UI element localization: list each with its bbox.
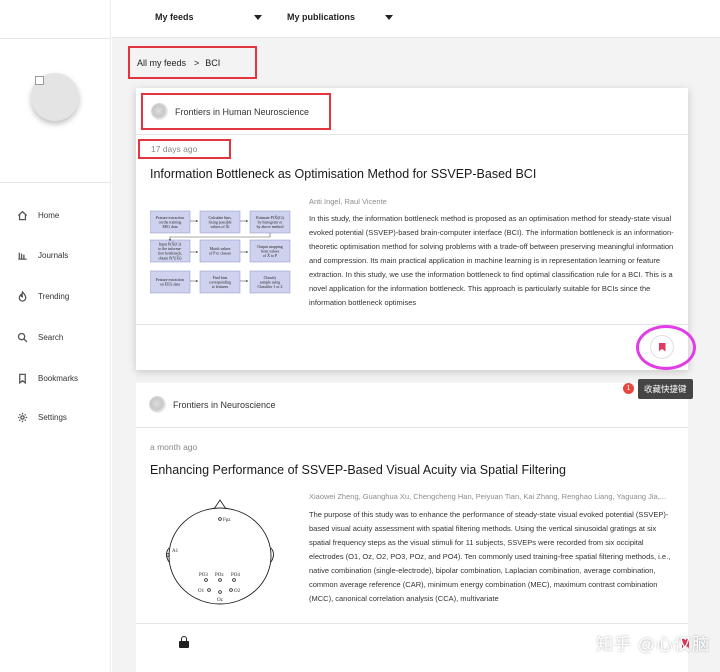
tooltip-badge: 1	[623, 383, 634, 394]
my-publications-dropdown[interactable]: My publications	[287, 12, 393, 22]
article-card[interactable]: Frontiers in Human Neuroscience 17 days …	[136, 88, 688, 370]
flowchart-box-label: values of X̂i	[210, 224, 229, 229]
sidebar-item-trending[interactable]: Trending	[17, 289, 69, 303]
flowchart-box-label: to the informa-	[158, 247, 182, 251]
bookmark-shortcut-tooltip: 收藏快捷键	[638, 379, 693, 399]
breadcrumb-root[interactable]: All my feeds	[137, 58, 186, 68]
flowchart-box-label: EEG data	[162, 225, 177, 229]
article-figure-electrode-map: Fpz A1 PO3 POz PO4 O1 Oz O2	[166, 499, 274, 605]
flowchart-box-label: Classify	[264, 276, 277, 280]
main-content: My feeds My publications All my feeds > …	[112, 0, 720, 672]
sidebar-item-bookmarks[interactable]: Bookmarks	[17, 371, 78, 385]
breadcrumb-current: BCI	[205, 57, 221, 68]
flowchart-box-label: Feature extraction	[156, 278, 184, 282]
flowchart-box-label: obtain P(Y|X̂i)	[159, 256, 183, 261]
flowchart-box-label: of P to classes	[209, 252, 231, 256]
card-divider	[136, 324, 688, 325]
flowchart-box-label: fixing possible	[208, 220, 231, 224]
sidebar-item-label: Bookmarks	[38, 373, 79, 383]
electrode-label: PO4	[231, 573, 240, 578]
home-icon	[17, 210, 28, 220]
flowchart-box-label: Feature extraction	[156, 216, 184, 220]
article-authors: Anti Ingel, Raul Vicente	[309, 197, 387, 206]
flowchart-box-label: sample using	[260, 280, 280, 284]
flowchart-box-label: on EEG data	[160, 283, 180, 287]
article-title[interactable]: Information Bottleneck as Optimisation M…	[150, 167, 536, 181]
sidebar-item-label: Settings	[38, 412, 67, 422]
flowchart-box-label: on the training	[159, 220, 182, 224]
my-publications-label: My publications	[287, 12, 356, 22]
electrode-label: Oz	[217, 598, 224, 603]
electrode-label: O2	[234, 589, 241, 594]
article-time: a month ago	[150, 442, 198, 452]
flowchart-box-label: Find bins	[213, 276, 228, 280]
flowchart-box-label: from values	[261, 249, 280, 253]
article-abstract: In this study, the information bottlenec…	[309, 214, 674, 307]
flowchart-box-label: Classifier 1 or 2	[258, 285, 283, 289]
article-card[interactable]: Frontiers in Neuroscience a month ago En…	[136, 383, 689, 672]
electrode-label: Fpz	[223, 518, 231, 523]
broken-image-icon	[35, 76, 44, 85]
lock-icon	[179, 636, 189, 648]
article-authors: Xiaowei Zheng, Guanghua Xu, Chengcheng H…	[309, 492, 667, 501]
sidebar-item-settings[interactable]: Settings	[17, 410, 67, 424]
breadcrumb-separator: >	[194, 57, 200, 68]
journals-icon	[18, 252, 27, 260]
sidebar-item-label: Search	[38, 332, 64, 342]
journal-source[interactable]: Frontiers in Human Neuroscience	[141, 93, 331, 130]
search-icon	[17, 332, 28, 342]
article-title[interactable]: Enhancing Performance of SSVEP-Based Vis…	[150, 463, 566, 477]
journal-name: Frontiers in Neuroscience	[173, 399, 276, 410]
flowchart-box-label: corresponding	[209, 280, 231, 284]
sidebar-item-home[interactable]: Home	[17, 208, 59, 222]
breadcrumb: All my feeds > BCI	[128, 46, 257, 79]
sidebar: Home Journals Trending Search Bookmarks …	[0, 0, 111, 672]
sidebar-divider	[0, 182, 111, 183]
sidebar-top-divider	[0, 38, 111, 39]
journal-source[interactable]: Frontiers in Neuroscience	[149, 396, 276, 413]
card-divider	[136, 623, 688, 624]
electrode-label: POz	[215, 573, 224, 578]
top-bar: My feeds My publications	[112, 0, 720, 38]
journal-logo	[151, 103, 168, 120]
journal-name: Frontiers in Human Neuroscience	[175, 106, 310, 117]
bookmark-icon	[19, 373, 26, 384]
gear-icon	[17, 412, 28, 422]
card-divider	[136, 134, 688, 135]
flame-icon	[18, 290, 27, 302]
article-figure-flowchart: Feature extractionon the trainingEEG dat…	[150, 210, 291, 294]
highlight-ring	[636, 325, 696, 370]
flowchart-box-label: of X̂ to P	[263, 253, 278, 258]
article-time: 17 days ago	[138, 139, 231, 159]
sidebar-item-label: Trending	[38, 291, 70, 301]
my-feeds-label: My feeds	[155, 12, 194, 22]
chevron-down-icon	[385, 15, 393, 20]
flowchart-box-label: Output mapping	[257, 245, 282, 249]
card-divider	[136, 427, 688, 428]
article-abstract: The purpose of this study was to enhance…	[309, 510, 671, 603]
electrode-label: O1	[198, 589, 205, 594]
avatar[interactable]	[31, 73, 79, 121]
electrode-label: PO3	[199, 573, 208, 578]
sidebar-item-journals[interactable]: Journals	[17, 248, 68, 262]
watermark: 知乎 @心仪脑	[596, 635, 710, 654]
my-feeds-dropdown[interactable]: My feeds	[155, 12, 262, 22]
sidebar-item-search[interactable]: Search	[17, 330, 63, 344]
journal-logo	[149, 396, 166, 413]
flowchart-box-label: by above method	[257, 225, 284, 229]
chevron-down-icon	[254, 15, 262, 20]
flowchart-box-label: to features	[212, 285, 229, 289]
flowchart-box-label: Estimate P(X̂i|Ci)	[256, 215, 284, 220]
sidebar-item-label: Journals	[38, 250, 69, 260]
flowchart-box-label: Match values	[210, 247, 231, 251]
flowchart-box-label: by histogram or	[258, 220, 283, 224]
electrode-label: A1	[172, 549, 179, 554]
sidebar-item-label: Home	[38, 210, 60, 220]
flowchart-box-label: Input P(X̂i|Ci)	[159, 242, 182, 247]
